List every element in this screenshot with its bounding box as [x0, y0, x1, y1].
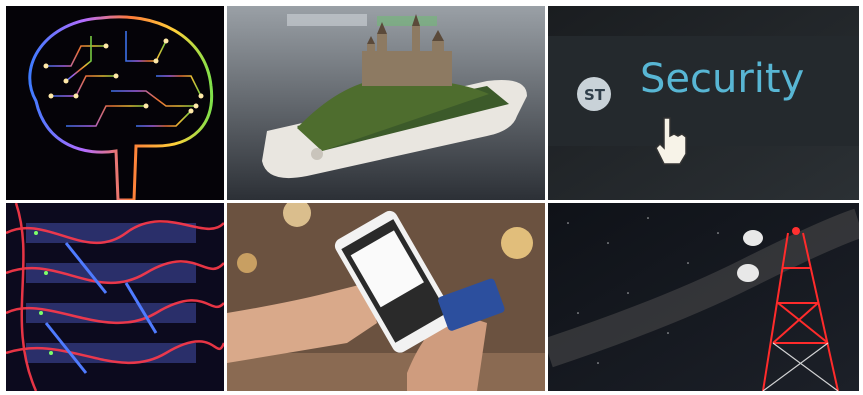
- server-cables-image: [6, 203, 224, 391]
- security-word: Security: [640, 56, 804, 102]
- mobile-payment-image: [227, 203, 545, 391]
- telecom-tower-image: [548, 203, 859, 391]
- image-collage: ST Security: [0, 0, 863, 395]
- security-logo-text: ST: [584, 86, 606, 104]
- castle-smartphone-image: [227, 6, 545, 200]
- circuit-brain-image: [6, 6, 224, 200]
- security-screen-image: ST Security: [548, 6, 859, 200]
